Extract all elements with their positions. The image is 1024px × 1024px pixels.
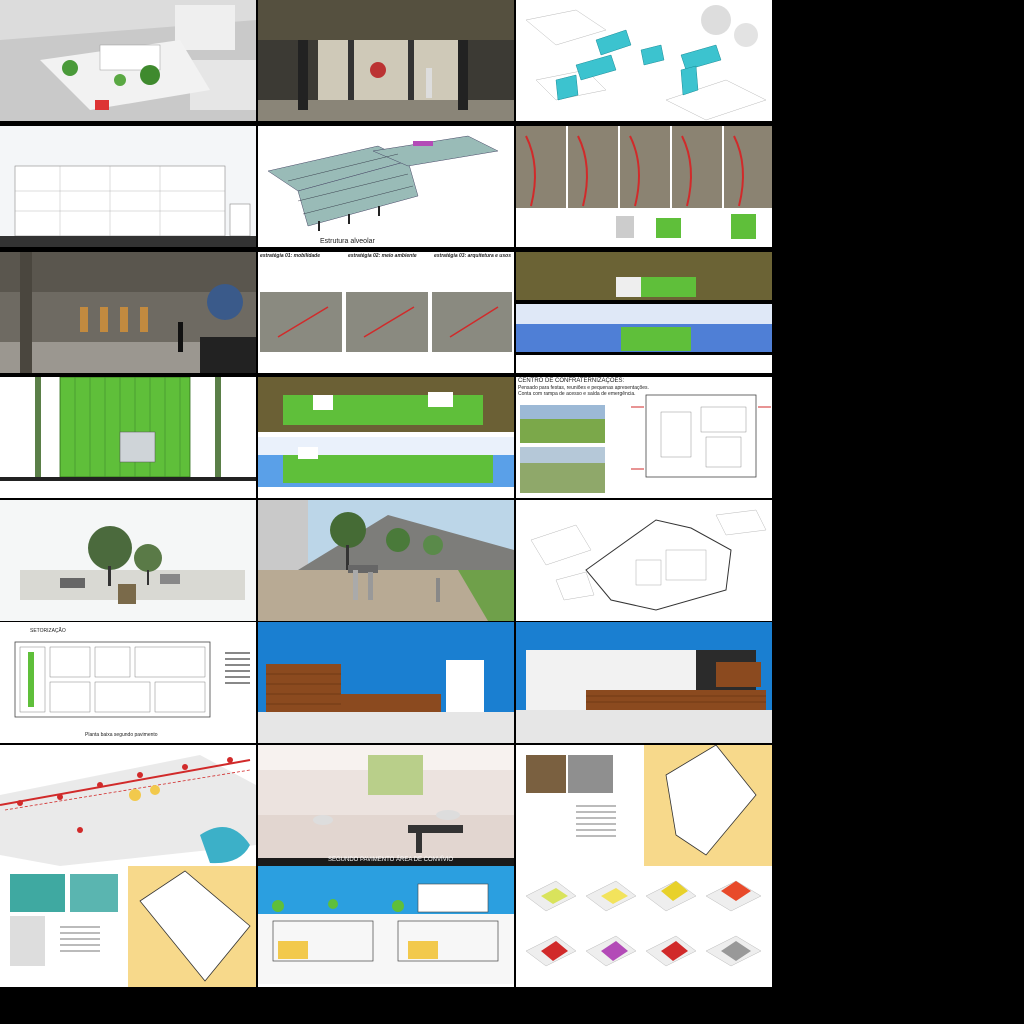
thumbnail-confraternization-center[interactable]: CENTRO DE CONFRATERNIZAÇÕES: Pensado par… <box>516 377 772 498</box>
thumbnail-aerial-render[interactable] <box>0 0 256 121</box>
structure-alveolar-image <box>258 126 514 247</box>
parking-section-image <box>0 500 256 621</box>
thumbnail-site-photos-plan-2[interactable] <box>0 866 256 987</box>
thumbnail-floorplan-second-floor[interactable]: SETORIZAÇÃO Planta baixa segundo pavimen… <box>0 622 256 743</box>
thumbnail-green-facade-detail[interactable] <box>0 377 256 498</box>
thumbnail-second-floor-lounge[interactable]: SEGUNDO PAVIMENTO ÁREA DE CONVÍVIO <box>258 745 514 866</box>
blue-sky-elevation-2-image <box>516 622 772 743</box>
green-elevations-image <box>258 377 514 498</box>
green-facade-panels-image <box>516 252 772 373</box>
thumbnail-strategies-sheet[interactable]: estratégia 01: mobilidade estratégia 02:… <box>258 252 514 373</box>
floorplan-caption: Planta baixa segundo pavimento <box>85 732 158 738</box>
strategies-sheet-image <box>258 252 514 373</box>
colored-massing-diagrams-image <box>516 866 772 987</box>
thumbnail-massing-cyan[interactable] <box>516 0 772 121</box>
strategy-2-title: estratégia 02: meio ambiente <box>348 253 417 259</box>
structure-caption: Estrutura alveolar <box>320 238 375 245</box>
thumbnail-site-photos-plan-1[interactable] <box>516 745 772 866</box>
thumbnail-green-elevations[interactable] <box>258 377 514 498</box>
colonnade-render-image <box>258 0 514 121</box>
thumbnail-grid: Estrutura alveolar estratégia 01: mobili… <box>0 0 774 987</box>
strategy-3-title: estratégia 03: arquitetura e usos <box>434 253 511 259</box>
thumbnail-colored-massing-diagrams[interactable] <box>516 866 772 987</box>
plaza-render-image <box>258 500 514 621</box>
site-outline-image <box>516 500 772 621</box>
thumbnail-sections[interactable] <box>258 866 514 987</box>
sections-image <box>258 866 514 987</box>
thumbnail-colonnade-render[interactable] <box>258 0 514 121</box>
thumbnail-aerial-sequence[interactable] <box>516 126 772 247</box>
interior-render-image <box>0 252 256 373</box>
massing-cyan-image <box>516 0 772 121</box>
floorplan-second-floor-image <box>0 622 256 743</box>
thumbnail-elevation-white[interactable] <box>0 126 256 247</box>
site-photos-plan-1-image <box>516 745 772 866</box>
thumbnail-site-outline[interactable] <box>516 500 772 621</box>
strategy-1-title: estratégia 01: mobilidade <box>260 253 321 259</box>
blue-sky-elevation-1-image <box>258 622 514 743</box>
thumbnail-blue-sky-elevation-1[interactable] <box>258 622 514 743</box>
thumbnail-structure-alveolar[interactable]: Estrutura alveolar <box>258 126 514 247</box>
confraternization-title: CENTRO DE CONFRATERNIZAÇÕES: <box>518 378 625 384</box>
aerial-render-image <box>0 0 256 121</box>
thumbnail-interior-render[interactable] <box>0 252 256 373</box>
thumbnail-green-facade-panels[interactable] <box>516 252 772 373</box>
site-photos-plan-2-image <box>0 866 256 987</box>
aerial-sequence-image <box>516 126 772 247</box>
thumbnail-plaza-render[interactable] <box>258 500 514 621</box>
floorplan-label-top: SETORIZAÇÃO <box>30 628 66 634</box>
thumbnail-blue-sky-elevation-2[interactable] <box>516 622 772 743</box>
second-floor-lounge-image <box>258 745 514 866</box>
lounge-caption: SEGUNDO PAVIMENTO ÁREA DE CONVÍVIO <box>328 857 454 863</box>
thumbnail-parking-section[interactable] <box>0 500 256 621</box>
map-points-image <box>0 745 256 866</box>
green-facade-detail-image <box>0 377 256 498</box>
elevation-white-image <box>0 126 256 247</box>
confraternization-subtitle-2: Conta com rampa de acesso e saída de eme… <box>518 391 636 397</box>
thumbnail-map-points[interactable] <box>0 745 256 866</box>
